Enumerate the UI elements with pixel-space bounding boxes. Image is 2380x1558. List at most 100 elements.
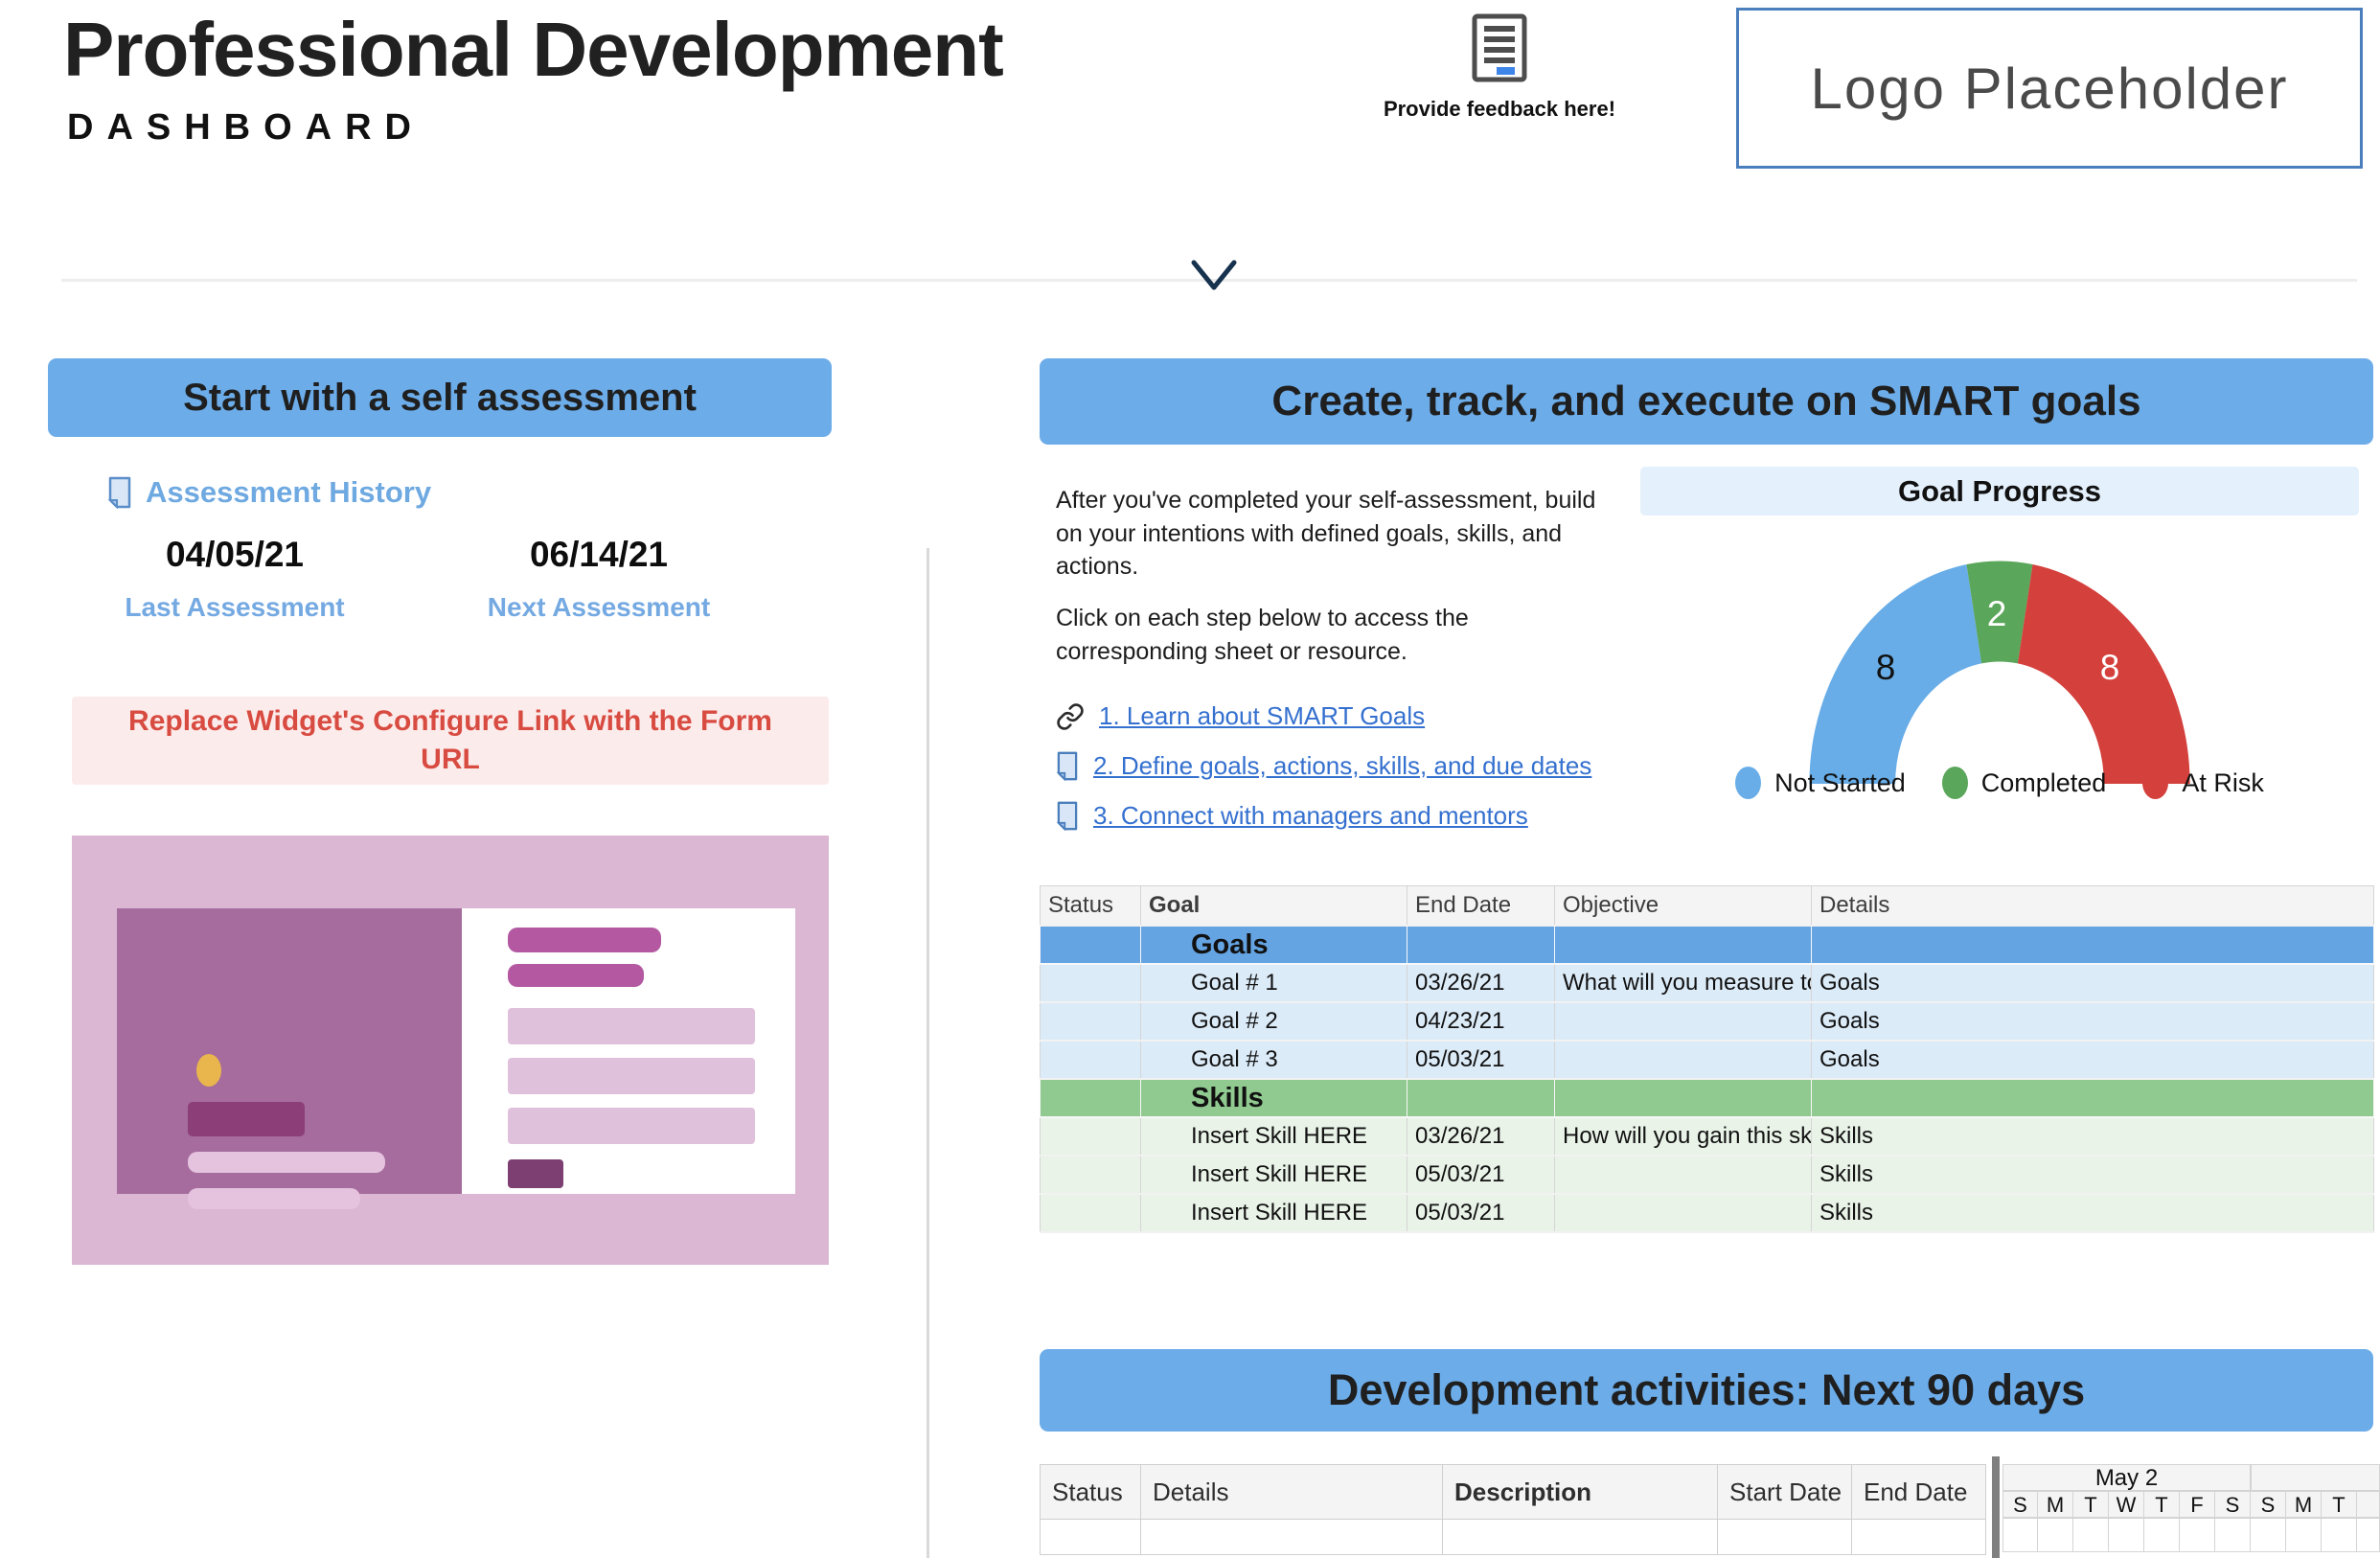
chevron-down-icon[interactable] [1188, 257, 1240, 293]
activities-table-header: Status Details Description Start Date En… [1041, 1465, 1986, 1520]
calendar-cell [2322, 1518, 2357, 1552]
end-date-cell: 03/26/21 [1407, 1117, 1555, 1156]
calendar-cell [2073, 1518, 2109, 1552]
legend-dot-not-started [1735, 767, 1761, 799]
step-link-2[interactable]: 2. Define goals, actions, skills, and du… [1056, 751, 1591, 781]
activities-empty-row [1041, 1520, 1986, 1555]
gauge-value-completed: 2 [1968, 594, 2025, 634]
feedback-widget[interactable]: Provide feedback here! [1380, 13, 1619, 122]
last-assessment-metric: 04/05/21 Last Assessment [101, 535, 369, 623]
objective-cell: What will you measure to [1555, 964, 1812, 1002]
table-row: Goal # 1 03/26/21 What will you measure … [1041, 964, 2374, 1002]
table-row: Insert Skill HERE 03/26/21 How will you … [1041, 1117, 2374, 1156]
legend-label-completed: Completed [1981, 768, 2107, 798]
activities-header-label: Development activities: Next 90 days [1328, 1365, 2085, 1415]
objective-cell [1555, 1194, 1812, 1232]
logo-placeholder: Logo Placeholder [1736, 8, 2363, 169]
skills-section-label: Skills [1141, 1079, 1407, 1117]
next-assessment-date: 06/14/21 [465, 535, 733, 575]
skills-section-row: Skills [1041, 1079, 2374, 1117]
logo-text: Logo Placeholder [1810, 56, 2288, 122]
link-icon [1056, 702, 1085, 731]
objective-cell: How will you gain this ski [1555, 1117, 1812, 1156]
objective-cell [1555, 1156, 1812, 1194]
end-date-cell: 05/03/21 [1407, 1156, 1555, 1194]
step-link-1[interactable]: 1. Learn about SMART Goals [1056, 701, 1591, 731]
gauge-legend: Not Started Completed At Risk [1640, 767, 2359, 799]
table-row: Insert Skill HERE 05/03/21 Skills [1041, 1156, 2374, 1194]
calendar-day: M [2038, 1491, 2073, 1518]
assessment-history-link[interactable]: Assessment History [107, 475, 431, 510]
col-details: Details [1812, 886, 2374, 927]
self-assessment-header: Start with a self assessment [48, 358, 832, 437]
calendar-cell [2144, 1518, 2180, 1552]
feedback-form-icon[interactable] [1472, 13, 1527, 82]
col-objective: Objective [1555, 886, 1812, 927]
calendar-empty-row [2002, 1518, 2380, 1552]
goal-progress-title-label: Goal Progress [1898, 474, 2101, 509]
calendar-cell [2038, 1518, 2073, 1552]
legend-item-not-started: Not Started [1735, 767, 1906, 799]
next-assessment-metric: 06/14/21 Next Assessment [465, 535, 733, 623]
next-assessment-label: Next Assessment [465, 592, 733, 623]
calendar-day: T [2322, 1491, 2357, 1518]
illustration-left-panel [117, 908, 462, 1194]
objective-cell [1555, 1041, 1812, 1079]
calendar-cell [2109, 1518, 2144, 1552]
legend-dot-at-risk [2142, 767, 2168, 799]
last-assessment-label: Last Assessment [101, 592, 369, 623]
details-cell: Skills [1812, 1194, 2374, 1232]
calendar-day: T [2073, 1491, 2109, 1518]
calendar-day: S [2215, 1491, 2251, 1518]
gauge-value-not-started: 8 [1857, 648, 1914, 688]
col-goal: Goal [1141, 886, 1407, 927]
illustration-dot [196, 1054, 221, 1087]
objective-cell [1555, 1002, 1812, 1041]
goal-progress-title: Goal Progress [1640, 467, 2359, 516]
end-date-cell: 03/26/21 [1407, 964, 1555, 1002]
calendar-cell [2180, 1518, 2215, 1552]
col-start-date: Start Date [1718, 1465, 1852, 1520]
col-status: Status [1041, 886, 1141, 927]
calendar-month-label-next [2251, 1464, 2380, 1491]
calendar-day: F [2180, 1491, 2215, 1518]
page-title: Professional Development [63, 6, 1003, 94]
calendar-cell [2357, 1518, 2380, 1552]
legend-item-completed: Completed [1942, 767, 2107, 799]
step-link-3-label[interactable]: 3. Connect with managers and mentors [1093, 801, 1528, 831]
configure-link-warning: Replace Widget's Configure Link with the… [72, 697, 829, 785]
col-description: Description [1443, 1465, 1718, 1520]
smart-goals-intro-2: Click on each step below to access the c… [1056, 602, 1612, 668]
calendar-day-row: S M T W T F S S M T [2002, 1491, 2380, 1518]
legend-item-at-risk: At Risk [2142, 767, 2264, 799]
step-link-1-label[interactable]: 1. Learn about SMART Goals [1099, 701, 1425, 731]
details-cell: Skills [1812, 1117, 2374, 1156]
document-icon [1056, 801, 1079, 831]
calendar-day: S [2251, 1491, 2286, 1518]
goal-cell: Goal # 3 [1141, 1041, 1407, 1079]
self-assessment-header-label: Start with a self assessment [183, 377, 697, 420]
calendar-day: M [2286, 1491, 2322, 1518]
goals-section-row: Goals [1041, 926, 2374, 964]
goal-cell: Goal # 2 [1141, 1002, 1407, 1041]
illustration-bar [508, 928, 661, 952]
step-link-2-label[interactable]: 2. Define goals, actions, skills, and du… [1093, 751, 1591, 781]
calendar-month-label: May 2 [2002, 1464, 2251, 1491]
illustration-bar [508, 1058, 755, 1094]
assessment-history-label[interactable]: Assessment History [146, 475, 431, 510]
gantt-calendar: May 2 S M T W T F S S M T [2002, 1464, 2380, 1552]
col-end-date: End Date [1852, 1465, 1986, 1520]
illustration-bar [508, 1108, 755, 1144]
feedback-label[interactable]: Provide feedback here! [1380, 97, 1619, 122]
step-link-3[interactable]: 3. Connect with managers and mentors [1056, 801, 1591, 831]
calendar-cell [2002, 1518, 2038, 1552]
table-row: Goal # 2 04/23/21 Goals [1041, 1002, 2374, 1041]
legend-dot-completed [1942, 767, 1968, 799]
col-end-date: End Date [1407, 886, 1555, 927]
illustration-bar [508, 964, 644, 987]
details-cell: Goals [1812, 1002, 2374, 1041]
illustration-right-panel [462, 908, 795, 1194]
illustration-bar [508, 1008, 755, 1044]
goal-cell: Goal # 1 [1141, 964, 1407, 1002]
illustration-button [508, 1159, 563, 1188]
